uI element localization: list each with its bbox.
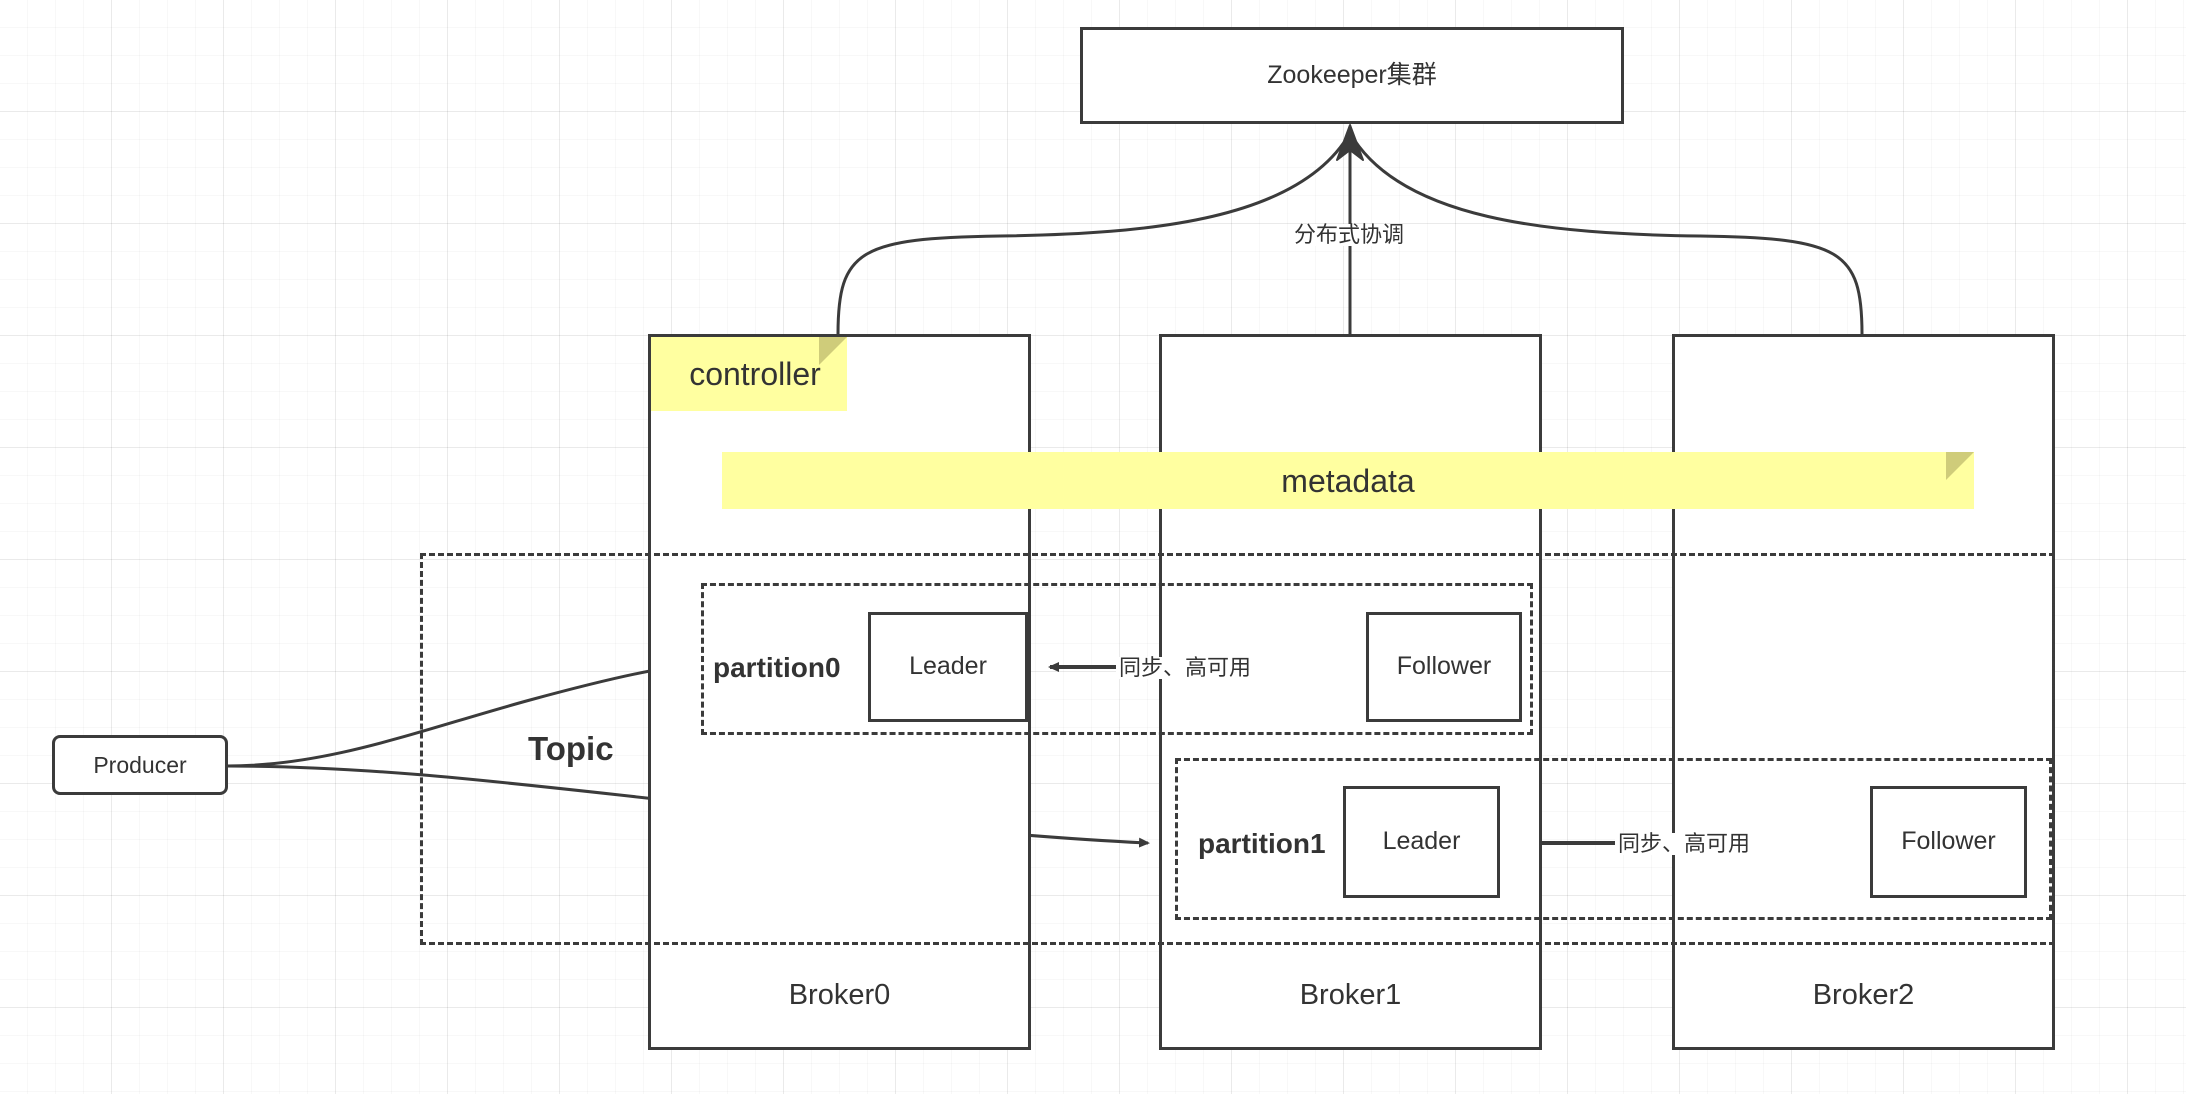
broker1-label: Broker1 bbox=[1299, 978, 1402, 1011]
metadata-label: metadata bbox=[1281, 462, 1415, 499]
partition0-replication-label: 同步、高可用 bbox=[1116, 657, 1255, 679]
partition1-leader-node[interactable]: Leader bbox=[1343, 786, 1500, 898]
controller-note[interactable]: controller bbox=[651, 337, 847, 411]
metadata-note[interactable]: metadata bbox=[722, 452, 1974, 509]
arrowhead-zookeeper bbox=[1336, 124, 1364, 161]
partition1-replication-label: 同步、高可用 bbox=[1615, 833, 1754, 855]
zookeeper-cluster-label: Zookeeper集群 bbox=[1267, 60, 1437, 89]
partition1-follower-label: Follower bbox=[1901, 827, 1996, 856]
broker2-label: Broker2 bbox=[1812, 978, 1915, 1011]
controller-label: controller bbox=[689, 356, 821, 392]
edge-broker2-zookeeper bbox=[1348, 132, 1864, 335]
partition1-follower-node[interactable]: Follower bbox=[1870, 786, 2027, 898]
broker0-label-wrap: Broker0 bbox=[648, 965, 1031, 1025]
diagram-canvas: Zookeeper集群 分布式协调 Broker0 Broker1 Broker… bbox=[0, 0, 2186, 1094]
broker1-label-wrap: Broker1 bbox=[1159, 965, 1542, 1025]
edge-broker0-zookeeper bbox=[836, 132, 1352, 335]
coordination-edge-label: 分布式协调 bbox=[1291, 224, 1408, 246]
broker0-label: Broker0 bbox=[788, 978, 891, 1011]
partition1-leader-label: Leader bbox=[1382, 827, 1461, 856]
partition0-follower-node[interactable]: Follower bbox=[1366, 612, 1522, 722]
zookeeper-cluster-node[interactable]: Zookeeper集群 bbox=[1080, 27, 1624, 124]
controller-note-fold-icon bbox=[819, 337, 847, 365]
partition0-leader-label: Leader bbox=[909, 652, 987, 681]
broker2-label-wrap: Broker2 bbox=[1672, 965, 2055, 1025]
producer-label: Producer bbox=[93, 751, 187, 778]
metadata-note-fold-icon bbox=[1946, 452, 1974, 480]
partition0-label: partition0 bbox=[713, 652, 841, 683]
partition1-label: partition1 bbox=[1198, 828, 1326, 859]
partition0-follower-label: Follower bbox=[1396, 652, 1492, 681]
topic-label: Topic bbox=[528, 730, 614, 767]
partition0-leader-node[interactable]: Leader bbox=[868, 612, 1028, 722]
producer-node[interactable]: Producer bbox=[52, 735, 228, 795]
